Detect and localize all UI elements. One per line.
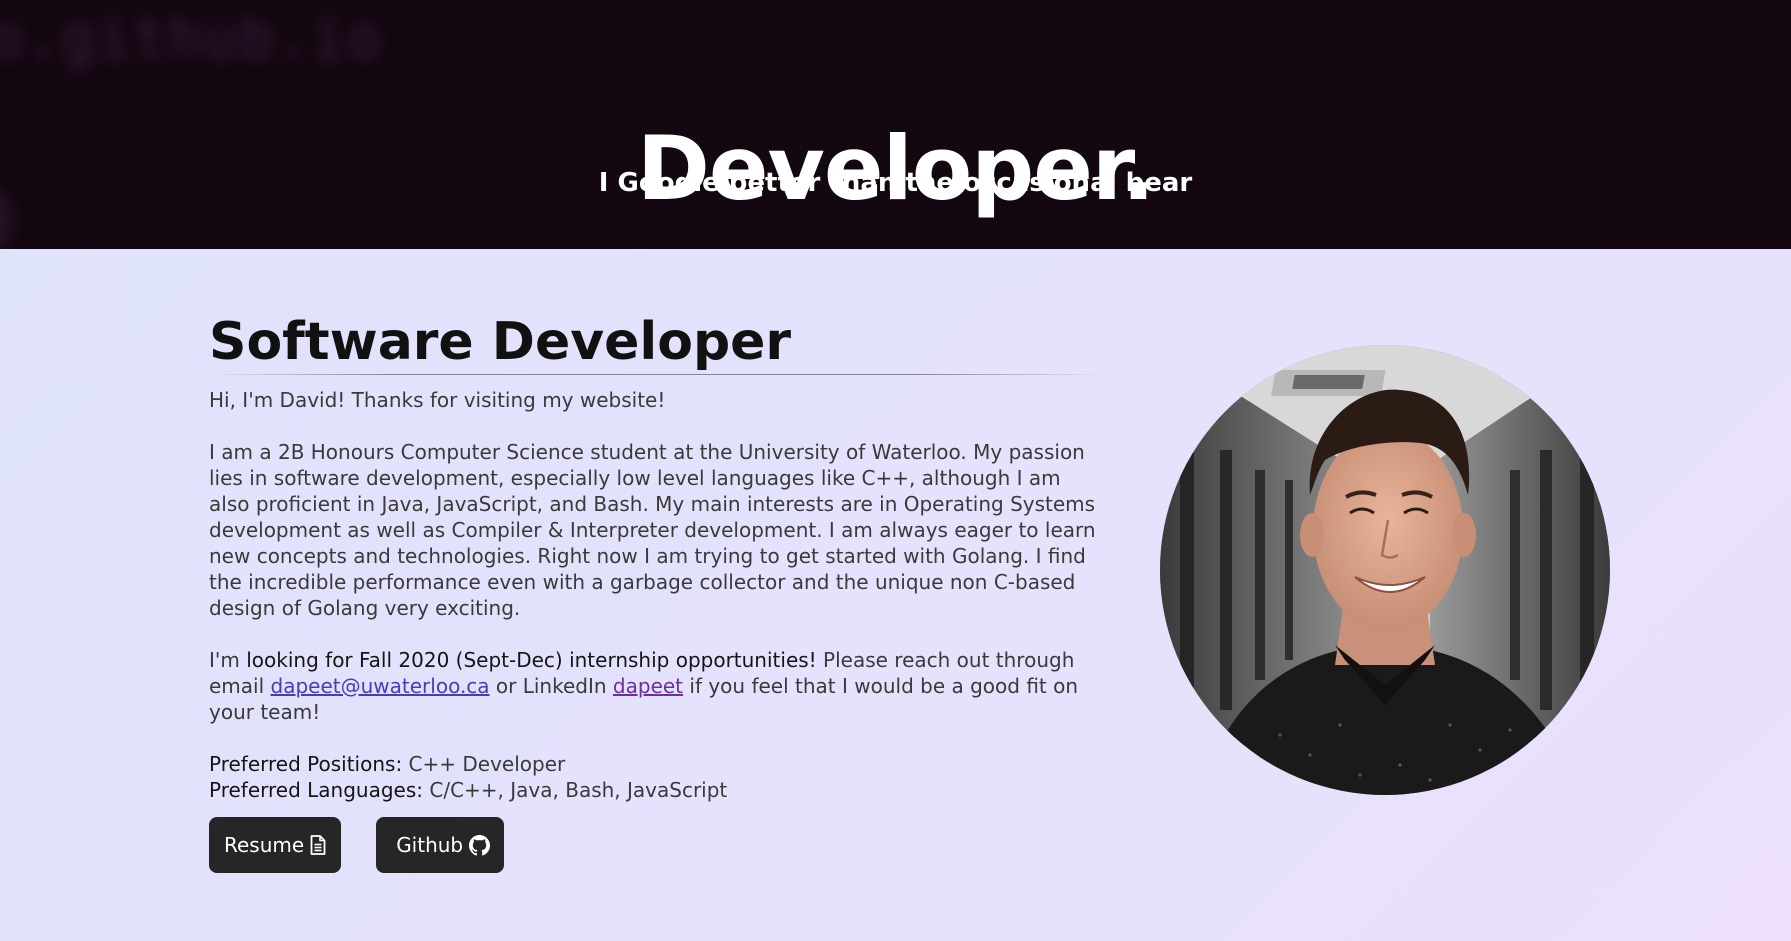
preferred-languages: Preferred Languages: C/C++, Java, Bash, … xyxy=(209,777,1104,803)
greeting-text: Hi, I'm David! Thanks for visiting my we… xyxy=(209,388,666,412)
hero-subtitle: I Google better than the occasional bear xyxy=(598,168,1193,198)
resume-button-label: Resume xyxy=(224,833,305,857)
bio-paragraph: I am a 2B Honours Computer Science stude… xyxy=(209,440,1096,620)
resume-button[interactable]: Resume xyxy=(209,817,342,873)
hero-background-blur: o.github.io xyxy=(0,6,383,71)
github-icon xyxy=(469,834,491,856)
github-button[interactable]: Github xyxy=(376,817,505,873)
internship-paragraph: I'm looking for Fall 2020 (Sept-Dec) int… xyxy=(209,647,1104,725)
internship-highlight: looking for Fall 2020 (Sept-Dec) interns… xyxy=(246,648,817,672)
languages-value: C/C++, Java, Bash, JavaScript xyxy=(423,778,728,802)
positions-value: C++ Developer xyxy=(402,752,566,776)
hero-banner: o.github.io Developer. I Google better t… xyxy=(0,0,1791,249)
github-button-label: Github xyxy=(396,833,464,857)
section-heading: Software Developer xyxy=(209,312,792,372)
positions-label: Preferred Positions: xyxy=(209,752,403,776)
about-section: Software Developer Hi, I'm David! Thanks… xyxy=(209,310,1104,873)
profile-photo xyxy=(1160,345,1610,795)
email-link[interactable]: dapeet@uwaterloo.ca xyxy=(271,674,490,698)
preferred-positions: Preferred Positions: C++ Developer xyxy=(209,751,1104,777)
linkedin-link[interactable]: dapeet xyxy=(613,674,683,698)
action-buttons: Resume Github xyxy=(209,817,1104,873)
internship-prefix: I'm xyxy=(209,648,247,672)
languages-label: Preferred Languages: xyxy=(209,778,424,802)
heading-divider xyxy=(209,374,1104,375)
file-icon xyxy=(310,835,326,855)
internship-connector: or LinkedIn xyxy=(489,674,613,698)
